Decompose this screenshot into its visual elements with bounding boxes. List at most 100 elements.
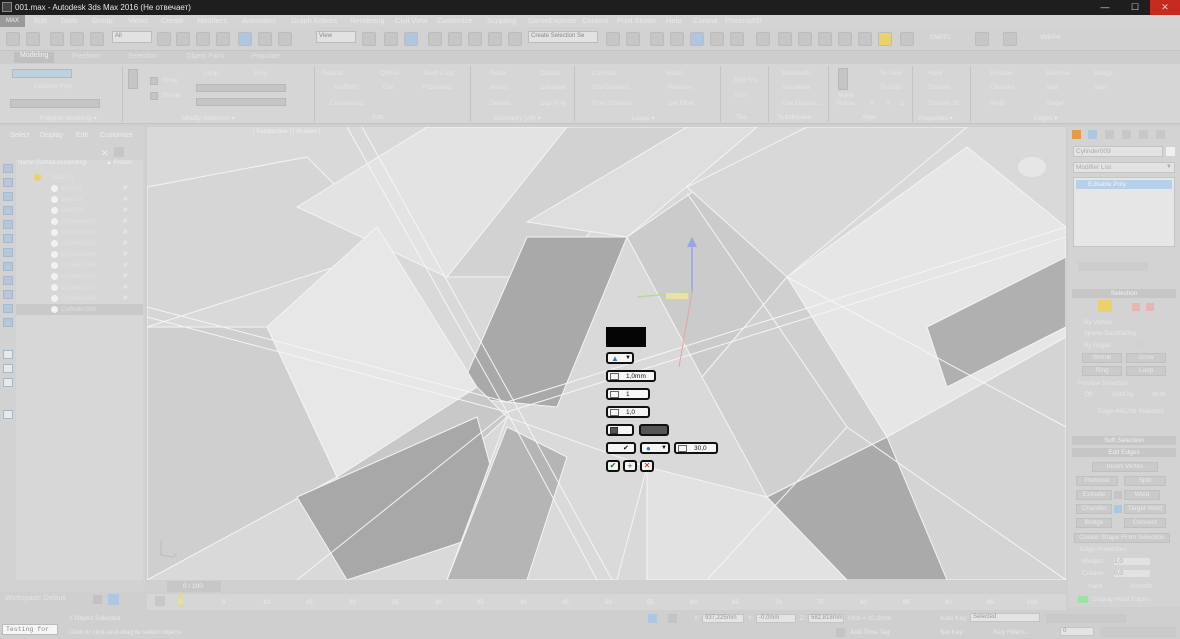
crease-spinner[interactable]: 0,0 (1114, 570, 1150, 577)
group-edges[interactable]: Edges ▾ (1034, 114, 1058, 122)
filter-shapes-icon[interactable] (3, 178, 13, 187)
close-icon[interactable]: ✕ (101, 148, 109, 159)
to-grid-button[interactable]: To Grid (880, 84, 901, 91)
render-icon[interactable] (798, 32, 812, 46)
percent-snap-icon[interactable] (468, 32, 482, 46)
explorer-tab-display[interactable]: Display (40, 132, 63, 139)
menu-scripting[interactable]: Scripting (487, 16, 516, 25)
filter-groups-icon[interactable] (3, 248, 13, 257)
close-button[interactable]: ✕ (1150, 0, 1180, 15)
loop-button[interactable]: Loop (1126, 366, 1166, 376)
menu-animation[interactable]: Animation (242, 16, 275, 25)
explorer-tab-select[interactable]: Select (10, 132, 29, 139)
tab-populate[interactable]: Populate (252, 53, 280, 60)
relax-button[interactable]: Relax (490, 70, 507, 77)
pin-icon[interactable] (114, 147, 124, 157)
menu-corona[interactable]: Corona (693, 16, 718, 25)
nurms-button[interactable]: NURMS (334, 84, 358, 91)
maxscript-listener-field[interactable]: Testing for (2, 624, 58, 635)
redo-icon[interactable] (26, 32, 40, 46)
filter-lights-icon[interactable] (3, 192, 13, 201)
frozen-icon[interactable]: ❄ (122, 283, 127, 291)
mirror-icon[interactable] (606, 32, 620, 46)
p-connect-button[interactable]: P Connect (422, 84, 452, 91)
edge-subobject-icon[interactable] (1098, 300, 1112, 312)
connect-button[interactable]: Connect (592, 70, 616, 77)
x-coordinate-field[interactable]: 937,225mm (702, 614, 744, 623)
list-item[interactable]: Cylinder008 ❄ (16, 293, 143, 304)
list-item[interactable]: Cylinder001 ❄ (16, 216, 143, 227)
workspace-icon[interactable] (93, 595, 102, 604)
menu-edit[interactable]: Edit (34, 16, 47, 25)
menu-tools[interactable]: Tools (60, 16, 78, 25)
modify-selection-icon[interactable] (128, 69, 138, 89)
loop-ring-tools-2-icons[interactable] (196, 98, 286, 106)
find-icon[interactable] (3, 410, 13, 419)
ring-button[interactable]: Ring (1082, 366, 1122, 376)
by-angle-checkbox[interactable]: By Angle: (1084, 342, 1111, 349)
list-item[interactable]: Cylinder006 ❄ (16, 271, 143, 282)
create-tab-icon[interactable] (1072, 130, 1081, 139)
frozen-icon[interactable]: ❄ (122, 239, 127, 247)
target-weld-button[interactable]: Target Weld (1124, 504, 1166, 514)
menu-print-studio[interactable]: Print Studio (617, 16, 656, 25)
render-setup-icon[interactable] (756, 32, 770, 46)
auto-key-button[interactable]: Auto Key (940, 615, 966, 622)
list-item[interactable]: Cylinder005 ❄ (16, 260, 143, 271)
display-all-icon[interactable] (3, 350, 13, 359)
repeat-button[interactable]: Repeat (322, 70, 343, 77)
menu-graph-editors[interactable]: Graph Editors (291, 16, 337, 25)
unlink-icon[interactable] (70, 32, 84, 46)
bridge-button[interactable]: Bridge (1094, 70, 1113, 77)
filter-xrefs-icon[interactable] (3, 262, 13, 271)
snaps-toggle-icon[interactable] (428, 32, 442, 46)
corona-interactive-icon[interactable] (858, 32, 872, 46)
loop-button[interactable]: Loop (204, 70, 218, 77)
frozen-icon[interactable]: ❄ (122, 272, 127, 280)
open-chamfer-toggle[interactable] (606, 424, 634, 436)
object-name-field[interactable]: Cylinder009 (1073, 146, 1163, 157)
grow-button[interactable]: Grow (1126, 353, 1166, 363)
shrink-icon[interactable] (150, 92, 158, 100)
schematic-view-icon[interactable] (710, 32, 724, 46)
time-slider-thumb[interactable]: 0 / 100 (167, 581, 221, 592)
display-none-icon[interactable] (3, 364, 13, 373)
preview-subobj-radio[interactable]: SubObj (1112, 391, 1134, 398)
polygon-modeling-tools-icons[interactable] (10, 99, 100, 108)
reference-coordinate-dropdown[interactable]: View (316, 31, 356, 43)
smooth-30-button[interactable]: Smooth 30 (928, 100, 959, 107)
z-coordinate-field[interactable]: 582,818mm (808, 614, 844, 623)
edit-named-sel-icon[interactable] (508, 32, 522, 46)
qslice-button[interactable]: QSlice (380, 70, 399, 77)
weld-button[interactable]: Weld (990, 100, 1005, 107)
preview-multi-radio[interactable]: Multi (1152, 391, 1166, 398)
caddy-title[interactable] (606, 327, 646, 347)
current-frame-field[interactable]: 0 (1060, 627, 1094, 636)
viewport-perspective[interactable]: [ Perspective ] [ Shaded ] Y X ▲ ▼ 1,0mm… (147, 127, 1066, 580)
editable-poly-label[interactable]: Editable Poly (34, 83, 72, 90)
list-item[interactable]: Cylinder002 ❄ (16, 227, 143, 238)
modifier-list-dropdown[interactable]: Modifier List ▼ (1073, 162, 1175, 173)
filter-geometry-icon[interactable] (3, 164, 13, 173)
modify-tab-icon[interactable] (1088, 130, 1097, 139)
maximize-button[interactable]: ☐ (1120, 0, 1150, 15)
absolute-mode-icon[interactable] (668, 614, 677, 623)
angle-snap-icon[interactable] (448, 32, 462, 46)
playback-controls-icons[interactable] (1046, 614, 1126, 623)
chamfer-amount-field[interactable]: 1,0mm (606, 370, 656, 382)
filter-hidden-icon[interactable] (3, 318, 13, 327)
soft-selection-rollout[interactable]: Soft Selection (1072, 436, 1176, 445)
apply-plus-icon[interactable]: + (623, 460, 637, 472)
element-subobject-icon[interactable] (1146, 303, 1154, 311)
cut-button[interactable]: Cut (383, 84, 393, 91)
align-y-button[interactable]: Y (886, 100, 890, 107)
grow-icon[interactable] (150, 77, 158, 85)
toggle-ribbon-icon[interactable] (670, 32, 684, 46)
window-crossing-icon[interactable] (216, 32, 230, 46)
frozen-icon[interactable]: ❄ (122, 217, 127, 225)
named-selection-dropdown[interactable]: Create Selection Se (528, 31, 598, 43)
tab-object-paint[interactable]: Object Paint (186, 53, 224, 60)
smooth-button[interactable]: Smooth (928, 84, 950, 91)
explorer-tab-edit[interactable]: Edit (76, 132, 88, 139)
filter-bones-icon[interactable] (3, 276, 13, 285)
